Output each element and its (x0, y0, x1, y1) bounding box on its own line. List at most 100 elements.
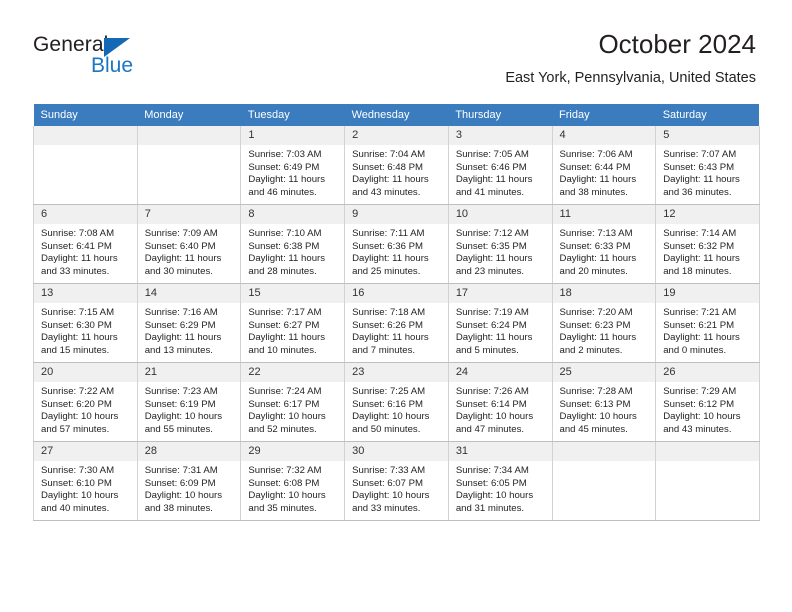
day-cell[interactable]: 8 Sunrise: 7:10 AM Sunset: 6:38 PM Dayli… (240, 204, 346, 284)
sunrise-text: Sunrise: 7:24 AM (248, 386, 322, 397)
day-cell[interactable]: 18 Sunrise: 7:20 AM Sunset: 6:23 PM Dayl… (551, 283, 657, 363)
sunrise-text: Sunrise: 7:16 AM (144, 307, 218, 318)
weekday-header-monday: Monday (137, 104, 241, 126)
day-info: Sunrise: 7:28 AM Sunset: 6:13 PM Dayligh… (553, 382, 656, 436)
day-cell[interactable]: 3 Sunrise: 7:05 AM Sunset: 6:46 PM Dayli… (447, 126, 553, 205)
sunrise-text: Sunrise: 7:26 AM (455, 386, 529, 397)
daylight-text: Daylight: 11 hours and 46 minutes. (248, 174, 326, 198)
weekday-header-row: Sunday Monday Tuesday Wednesday Thursday… (33, 104, 760, 126)
day-info: Sunrise: 7:22 AM Sunset: 6:20 PM Dayligh… (34, 382, 137, 436)
day-info: Sunrise: 7:31 AM Sunset: 6:09 PM Dayligh… (138, 461, 241, 515)
day-number: 17 (448, 284, 552, 303)
general-blue-logo: General Blue (33, 33, 213, 79)
day-info: Sunrise: 7:09 AM Sunset: 6:40 PM Dayligh… (138, 224, 241, 278)
sunset-text: Sunset: 6:20 PM (41, 398, 112, 410)
sunset-text: Sunset: 6:41 PM (41, 240, 112, 252)
day-number: 15 (241, 284, 345, 303)
day-number: 30 (345, 442, 448, 461)
sunset-text: Sunset: 6:17 PM (248, 398, 320, 410)
day-cell[interactable]: 25 Sunrise: 7:28 AM Sunset: 6:13 PM Dayl… (551, 362, 657, 442)
day-number: 4 (552, 126, 656, 145)
daylight-text: Daylight: 11 hours and 13 minutes. (144, 332, 222, 356)
daylight-text: Daylight: 11 hours and 30 minutes. (144, 253, 222, 277)
day-cell[interactable]: 11 Sunrise: 7:13 AM Sunset: 6:33 PM Dayl… (551, 204, 657, 284)
logo-text-blue: Blue (91, 54, 134, 77)
day-cell-empty (136, 126, 242, 205)
sunrise-text: Sunrise: 7:13 AM (559, 228, 633, 239)
sunrise-text: Sunrise: 7:32 AM (248, 465, 322, 476)
sunrise-text: Sunrise: 7:21 AM (663, 307, 737, 318)
day-cell[interactable]: 12 Sunrise: 7:14 AM Sunset: 6:32 PM Dayl… (655, 204, 760, 284)
sunset-text: Sunset: 6:36 PM (352, 240, 424, 252)
weekday-header-tuesday: Tuesday (240, 104, 345, 126)
day-info: Sunrise: 7:25 AM Sunset: 6:16 PM Dayligh… (345, 382, 448, 436)
day-cell[interactable]: 28 Sunrise: 7:31 AM Sunset: 6:09 PM Dayl… (136, 441, 242, 521)
day-cell[interactable]: 6 Sunrise: 7:08 AM Sunset: 6:41 PM Dayli… (33, 204, 138, 284)
sunset-text: Sunset: 6:19 PM (144, 398, 216, 410)
day-cell[interactable]: 13 Sunrise: 7:15 AM Sunset: 6:30 PM Dayl… (33, 283, 138, 363)
daylight-text: Daylight: 11 hours and 38 minutes. (559, 174, 637, 198)
day-info: Sunrise: 7:04 AM Sunset: 6:48 PM Dayligh… (345, 145, 448, 199)
day-cell-empty (33, 126, 138, 205)
day-cell[interactable]: 16 Sunrise: 7:18 AM Sunset: 6:26 PM Dayl… (344, 283, 449, 363)
day-number: 9 (345, 205, 448, 224)
daylight-text: Daylight: 11 hours and 2 minutes. (559, 332, 637, 356)
calendar-week-row: 20 Sunrise: 7:22 AM Sunset: 6:20 PM Dayl… (33, 362, 760, 442)
day-cell[interactable]: 24 Sunrise: 7:26 AM Sunset: 6:14 PM Dayl… (447, 362, 553, 442)
day-number: 25 (552, 363, 656, 382)
day-info: Sunrise: 7:12 AM Sunset: 6:35 PM Dayligh… (449, 224, 552, 278)
sunset-text: Sunset: 6:43 PM (663, 161, 735, 173)
calendar-week-row: 13 Sunrise: 7:15 AM Sunset: 6:30 PM Dayl… (33, 283, 760, 363)
day-cell[interactable]: 4 Sunrise: 7:06 AM Sunset: 6:44 PM Dayli… (551, 126, 657, 205)
day-cell[interactable]: 23 Sunrise: 7:25 AM Sunset: 6:16 PM Dayl… (344, 362, 449, 442)
day-cell[interactable]: 27 Sunrise: 7:30 AM Sunset: 6:10 PM Dayl… (33, 441, 138, 521)
day-cell[interactable]: 15 Sunrise: 7:17 AM Sunset: 6:27 PM Dayl… (240, 283, 346, 363)
day-number (34, 126, 137, 145)
day-cell-empty (551, 441, 657, 521)
day-cell[interactable]: 2 Sunrise: 7:04 AM Sunset: 6:48 PM Dayli… (344, 126, 449, 205)
day-number: 3 (448, 126, 552, 145)
sunrise-text: Sunrise: 7:07 AM (663, 149, 737, 160)
daylight-text: Daylight: 10 hours and 31 minutes. (455, 490, 534, 514)
sunset-text: Sunset: 6:23 PM (559, 319, 631, 331)
day-info: Sunrise: 7:21 AM Sunset: 6:21 PM Dayligh… (656, 303, 759, 357)
sunset-text: Sunset: 6:48 PM (352, 161, 424, 173)
day-cell[interactable]: 26 Sunrise: 7:29 AM Sunset: 6:12 PM Dayl… (655, 362, 760, 442)
sunset-text: Sunset: 6:33 PM (559, 240, 631, 252)
sunset-text: Sunset: 6:29 PM (144, 319, 216, 331)
daylight-text: Daylight: 10 hours and 40 minutes. (41, 490, 119, 514)
daylight-text: Daylight: 11 hours and 43 minutes. (352, 174, 429, 198)
daylight-text: Daylight: 10 hours and 38 minutes. (144, 490, 223, 514)
day-cell[interactable]: 7 Sunrise: 7:09 AM Sunset: 6:40 PM Dayli… (136, 204, 242, 284)
sunrise-text: Sunrise: 7:29 AM (663, 386, 737, 397)
day-cell[interactable]: 19 Sunrise: 7:21 AM Sunset: 6:21 PM Dayl… (655, 283, 760, 363)
sunrise-text: Sunrise: 7:23 AM (144, 386, 218, 397)
sunset-text: Sunset: 6:46 PM (455, 161, 527, 173)
day-cell[interactable]: 29 Sunrise: 7:32 AM Sunset: 6:08 PM Dayl… (240, 441, 346, 521)
day-cell[interactable]: 22 Sunrise: 7:24 AM Sunset: 6:17 PM Dayl… (240, 362, 346, 442)
day-cell[interactable]: 21 Sunrise: 7:23 AM Sunset: 6:19 PM Dayl… (136, 362, 242, 442)
sunrise-text: Sunrise: 7:06 AM (559, 149, 633, 160)
page-header: General Blue October 2024 East York, Pen… (0, 0, 792, 100)
sunset-text: Sunset: 6:09 PM (144, 477, 216, 489)
sunrise-text: Sunrise: 7:17 AM (248, 307, 322, 318)
day-info: Sunrise: 7:33 AM Sunset: 6:07 PM Dayligh… (345, 461, 448, 515)
day-cell[interactable]: 1 Sunrise: 7:03 AM Sunset: 6:49 PM Dayli… (240, 126, 346, 205)
day-cell[interactable]: 10 Sunrise: 7:12 AM Sunset: 6:35 PM Dayl… (447, 204, 553, 284)
day-cell[interactable]: 20 Sunrise: 7:22 AM Sunset: 6:20 PM Dayl… (33, 362, 138, 442)
calendar-week-row: 1 Sunrise: 7:03 AM Sunset: 6:49 PM Dayli… (33, 126, 760, 205)
sunset-text: Sunset: 6:24 PM (455, 319, 527, 331)
day-number: 11 (552, 205, 656, 224)
calendar-body: 1 Sunrise: 7:03 AM Sunset: 6:49 PM Dayli… (33, 126, 760, 521)
day-cell[interactable]: 14 Sunrise: 7:16 AM Sunset: 6:29 PM Dayl… (136, 283, 242, 363)
day-cell[interactable]: 30 Sunrise: 7:33 AM Sunset: 6:07 PM Dayl… (344, 441, 449, 521)
day-cell[interactable]: 5 Sunrise: 7:07 AM Sunset: 6:43 PM Dayli… (655, 126, 760, 205)
day-number (137, 126, 241, 145)
day-cell[interactable]: 31 Sunrise: 7:34 AM Sunset: 6:05 PM Dayl… (447, 441, 553, 521)
day-number: 2 (345, 126, 448, 145)
sunrise-text: Sunrise: 7:25 AM (352, 386, 426, 397)
day-number: 12 (656, 205, 759, 224)
day-cell[interactable]: 9 Sunrise: 7:11 AM Sunset: 6:36 PM Dayli… (344, 204, 449, 284)
day-cell[interactable]: 17 Sunrise: 7:19 AM Sunset: 6:24 PM Dayl… (447, 283, 553, 363)
calendar-weekday-header: Sunday Monday Tuesday Wednesday Thursday… (33, 104, 760, 126)
